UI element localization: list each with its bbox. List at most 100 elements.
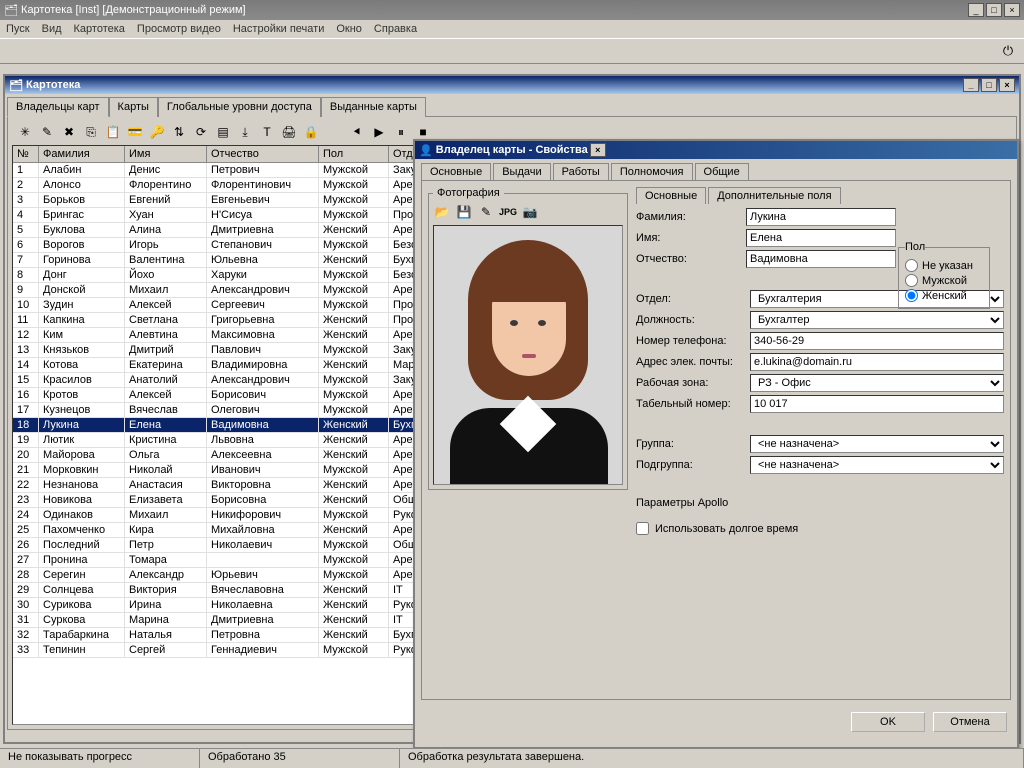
checkbox-longtime[interactable] <box>636 522 649 535</box>
label-longtime: Использовать долгое время <box>655 523 798 535</box>
menu-print[interactable]: Настройки печати <box>233 23 325 35</box>
menu-view[interactable]: Вид <box>42 23 62 35</box>
add-icon[interactable]: ✳ <box>16 123 34 141</box>
export-icon[interactable]: ⤓ <box>236 123 254 141</box>
input-tabno[interactable] <box>750 395 1004 413</box>
input-email[interactable] <box>750 353 1004 371</box>
status-right: Обработка результата завершена. <box>400 749 1024 768</box>
text-icon[interactable]: T <box>258 123 276 141</box>
input-phone[interactable] <box>750 332 1004 350</box>
photo <box>433 225 623 485</box>
app-toolbar: ⏻ <box>0 38 1024 64</box>
sex-legend: Пол <box>905 241 925 253</box>
subtab-main[interactable]: Основные <box>636 187 706 204</box>
app-titlebar: 🗂 Картотека [Inst] [Демонстрационный реж… <box>0 0 1024 20</box>
radio-male[interactable] <box>905 274 918 287</box>
refresh-icon[interactable]: ⟳ <box>192 123 210 141</box>
paste-icon[interactable]: 📋 <box>104 123 122 141</box>
label-surname: Фамилия: <box>636 211 740 223</box>
save-photo-icon[interactable]: 💾 <box>455 203 473 221</box>
minimize-button[interactable]: _ <box>968 3 984 17</box>
dialog-body: Фотография 📂 💾 ✎ JPG 📷 <box>421 180 1011 700</box>
tab-issues[interactable]: Выдачи <box>493 163 550 180</box>
select-job[interactable]: Бухгалтер <box>750 311 1004 329</box>
menu-help[interactable]: Справка <box>374 23 417 35</box>
apollo-label: Параметры Apollo <box>636 497 1004 509</box>
delete-icon[interactable]: ✖ <box>60 123 78 141</box>
status-mid: Обработано 35 <box>200 749 400 768</box>
sort-icon[interactable]: ⇅ <box>170 123 188 141</box>
ok-button[interactable]: OK <box>851 712 925 732</box>
label-subgroup: Подгруппа: <box>636 459 744 471</box>
card-min-button[interactable]: _ <box>963 78 979 92</box>
card-close-button[interactable]: × <box>999 78 1015 92</box>
menu-start[interactable]: Пуск <box>6 23 30 35</box>
subtab-extra[interactable]: Дополнительные поля <box>708 187 840 204</box>
edit-photo-icon[interactable]: ✎ <box>477 203 495 221</box>
input-patronymic[interactable] <box>746 250 896 268</box>
folder-icon: 🗂 <box>9 79 23 92</box>
input-surname[interactable] <box>746 208 896 226</box>
dialog-close-button[interactable]: × <box>590 143 606 157</box>
label-job: Должность: <box>636 314 744 326</box>
menu-video[interactable]: Просмотр видео <box>137 23 221 35</box>
tab-access[interactable]: Глобальные уровни доступа <box>158 97 321 117</box>
tab-owners[interactable]: Владельцы карт <box>7 97 109 117</box>
main-tabs: Владельцы карт Карты Глобальные уровни д… <box>5 94 1019 116</box>
label-zone: Рабочая зона: <box>636 377 744 389</box>
dialog-titlebar: 👤 Владелец карты - Свойства × <box>415 141 1017 159</box>
input-name[interactable] <box>746 229 896 247</box>
columns-icon[interactable]: ▤ <box>214 123 232 141</box>
photo-fieldset: Фотография 📂 💾 ✎ JPG 📷 <box>428 187 628 490</box>
col-name[interactable]: Имя <box>125 146 207 163</box>
label-phone: Номер телефона: <box>636 335 744 347</box>
dialog-title: Владелец карты - Свойства <box>436 144 588 156</box>
radio-none[interactable] <box>905 259 918 272</box>
tab-issued[interactable]: Выданные карты <box>321 97 426 117</box>
close-button[interactable]: × <box>1004 3 1020 17</box>
select-group[interactable]: <не назначена> <box>750 435 1004 453</box>
col-surname[interactable]: Фамилия <box>39 146 125 163</box>
jpg-icon[interactable]: JPG <box>499 203 517 221</box>
status-left: Не показывать прогресс <box>0 749 200 768</box>
keys-icon[interactable]: 🔑 <box>148 123 166 141</box>
edit-icon[interactable]: ✎ <box>38 123 56 141</box>
pause-icon[interactable]: ⏸ <box>392 123 410 141</box>
cancel-button[interactable]: Отмена <box>933 712 1007 732</box>
card-window-label: Картотека <box>26 79 80 91</box>
radio-female[interactable] <box>905 289 918 302</box>
card-max-button[interactable]: □ <box>981 78 997 92</box>
menu-card[interactable]: Картотека <box>74 23 125 35</box>
label-patronymic: Отчество: <box>636 253 740 265</box>
camera-icon[interactable]: 📷 <box>521 203 539 221</box>
card-window-title: 🗂 Картотека _ □ × <box>5 76 1019 94</box>
label-tabno: Табельный номер: <box>636 398 744 410</box>
power-icon[interactable]: ⏻ <box>998 41 1018 61</box>
col-sex[interactable]: Пол <box>319 146 389 163</box>
app-title: Картотека [Inst] [Демонстрационный режим… <box>21 4 246 16</box>
dialog-tabs: Основные Выдачи Работы Полномочия Общие <box>415 159 1017 180</box>
select-zone[interactable]: РЗ - Офис <box>750 374 1004 392</box>
select-subgroup[interactable]: <не назначена> <box>750 456 1004 474</box>
col-number[interactable]: № <box>13 146 39 163</box>
print-icon[interactable]: 🖨 <box>280 123 298 141</box>
play-icon[interactable]: ▶ <box>370 123 388 141</box>
col-patronymic[interactable]: Отчество <box>207 146 319 163</box>
tab-cards[interactable]: Карты <box>109 97 158 117</box>
tab-main[interactable]: Основные <box>421 163 491 180</box>
maximize-button[interactable]: □ <box>986 3 1002 17</box>
card-icon[interactable]: 💳 <box>126 123 144 141</box>
lock-icon[interactable]: 🔒 <box>302 123 320 141</box>
menu-window[interactable]: Окно <box>336 23 362 35</box>
label-dept: Отдел: <box>636 293 744 305</box>
open-photo-icon[interactable]: 📂 <box>433 203 451 221</box>
label-name: Имя: <box>636 232 740 244</box>
tab-jobs[interactable]: Работы <box>553 163 609 180</box>
prev-icon[interactable]: ⯇ <box>348 123 366 141</box>
tab-common[interactable]: Общие <box>695 163 749 180</box>
label-email: Адрес элек. почты: <box>636 356 744 368</box>
tab-auth[interactable]: Полномочия <box>611 163 693 180</box>
person-icon: 👤 <box>419 144 433 157</box>
label-group: Группа: <box>636 438 744 450</box>
copy-icon[interactable]: ⎘ <box>82 123 100 141</box>
